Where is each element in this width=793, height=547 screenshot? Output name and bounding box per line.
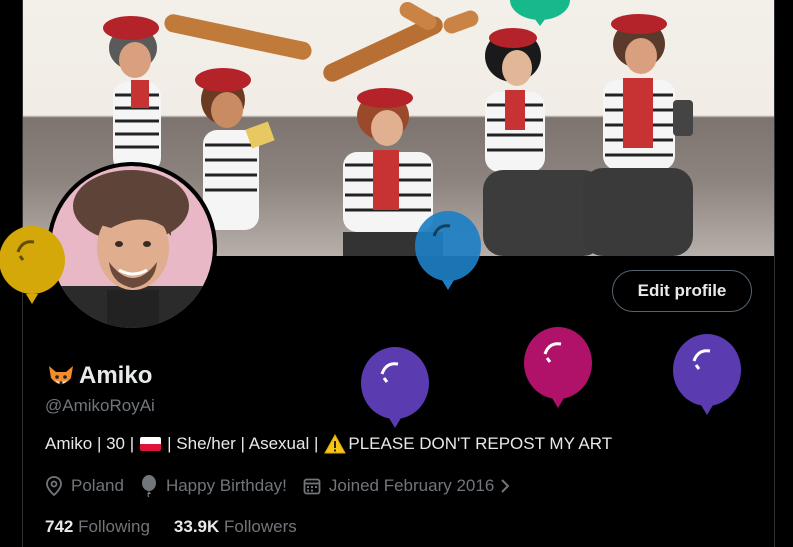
green-balloon xyxy=(510,0,570,26)
followers-label: Followers xyxy=(224,517,297,536)
followers-link[interactable]: 33.9K Followers xyxy=(174,517,297,537)
following-count: 742 xyxy=(45,517,74,536)
user-handle: @AmikoRoyAi xyxy=(45,396,155,415)
profile-meta-row: Poland Happy Birthday! Joined February 2… xyxy=(45,475,534,497)
display-name-row: Amiko xyxy=(45,360,152,392)
follow-stats: 742 Following 33.9K Followers xyxy=(45,517,321,537)
calendar-icon xyxy=(303,478,321,495)
fox-face-icon xyxy=(49,366,73,385)
magenta-balloon xyxy=(524,327,592,408)
edit-profile-button[interactable]: Edit profile xyxy=(612,270,752,312)
profile-avatar[interactable] xyxy=(47,162,217,332)
bio-text-part-2: | She/her | Asexual | xyxy=(167,434,319,453)
profile-column: Edit profile Amiko @AmikoRoyAi Amiko | 3… xyxy=(22,0,775,547)
birthday-item: Happy Birthday! xyxy=(140,475,287,497)
blue-balloon xyxy=(415,211,481,290)
joined-text: Joined February 2016 xyxy=(328,476,495,495)
location-item: Poland xyxy=(45,476,124,496)
location-pin-icon xyxy=(46,476,62,496)
following-label: Following xyxy=(78,517,150,536)
display-name: Amiko xyxy=(79,362,153,389)
birthday-text: Happy Birthday! xyxy=(165,476,287,495)
profile-bio: Amiko | 30 | | She/her | Asexual | PLEAS… xyxy=(45,434,612,454)
avatar-portrait-illustration xyxy=(51,166,213,328)
balloon-icon xyxy=(141,475,156,497)
followers-count: 33.9K xyxy=(173,517,220,536)
bio-text-part-1: Amiko | 30 | xyxy=(45,434,135,453)
yellow-balloon xyxy=(0,226,65,304)
following-link[interactable]: 742 Following xyxy=(45,517,150,537)
joined-item[interactable]: Joined February 2016 xyxy=(303,476,518,496)
warning-icon xyxy=(324,434,347,454)
poland-flag-icon xyxy=(140,437,162,451)
bio-text-part-3: PLEASE DON'T REPOST MY ART xyxy=(348,434,613,453)
chevron-right-icon xyxy=(501,479,510,493)
purple-balloon-right xyxy=(673,334,741,415)
purple-balloon xyxy=(361,347,429,428)
location-text: Poland xyxy=(71,476,124,495)
